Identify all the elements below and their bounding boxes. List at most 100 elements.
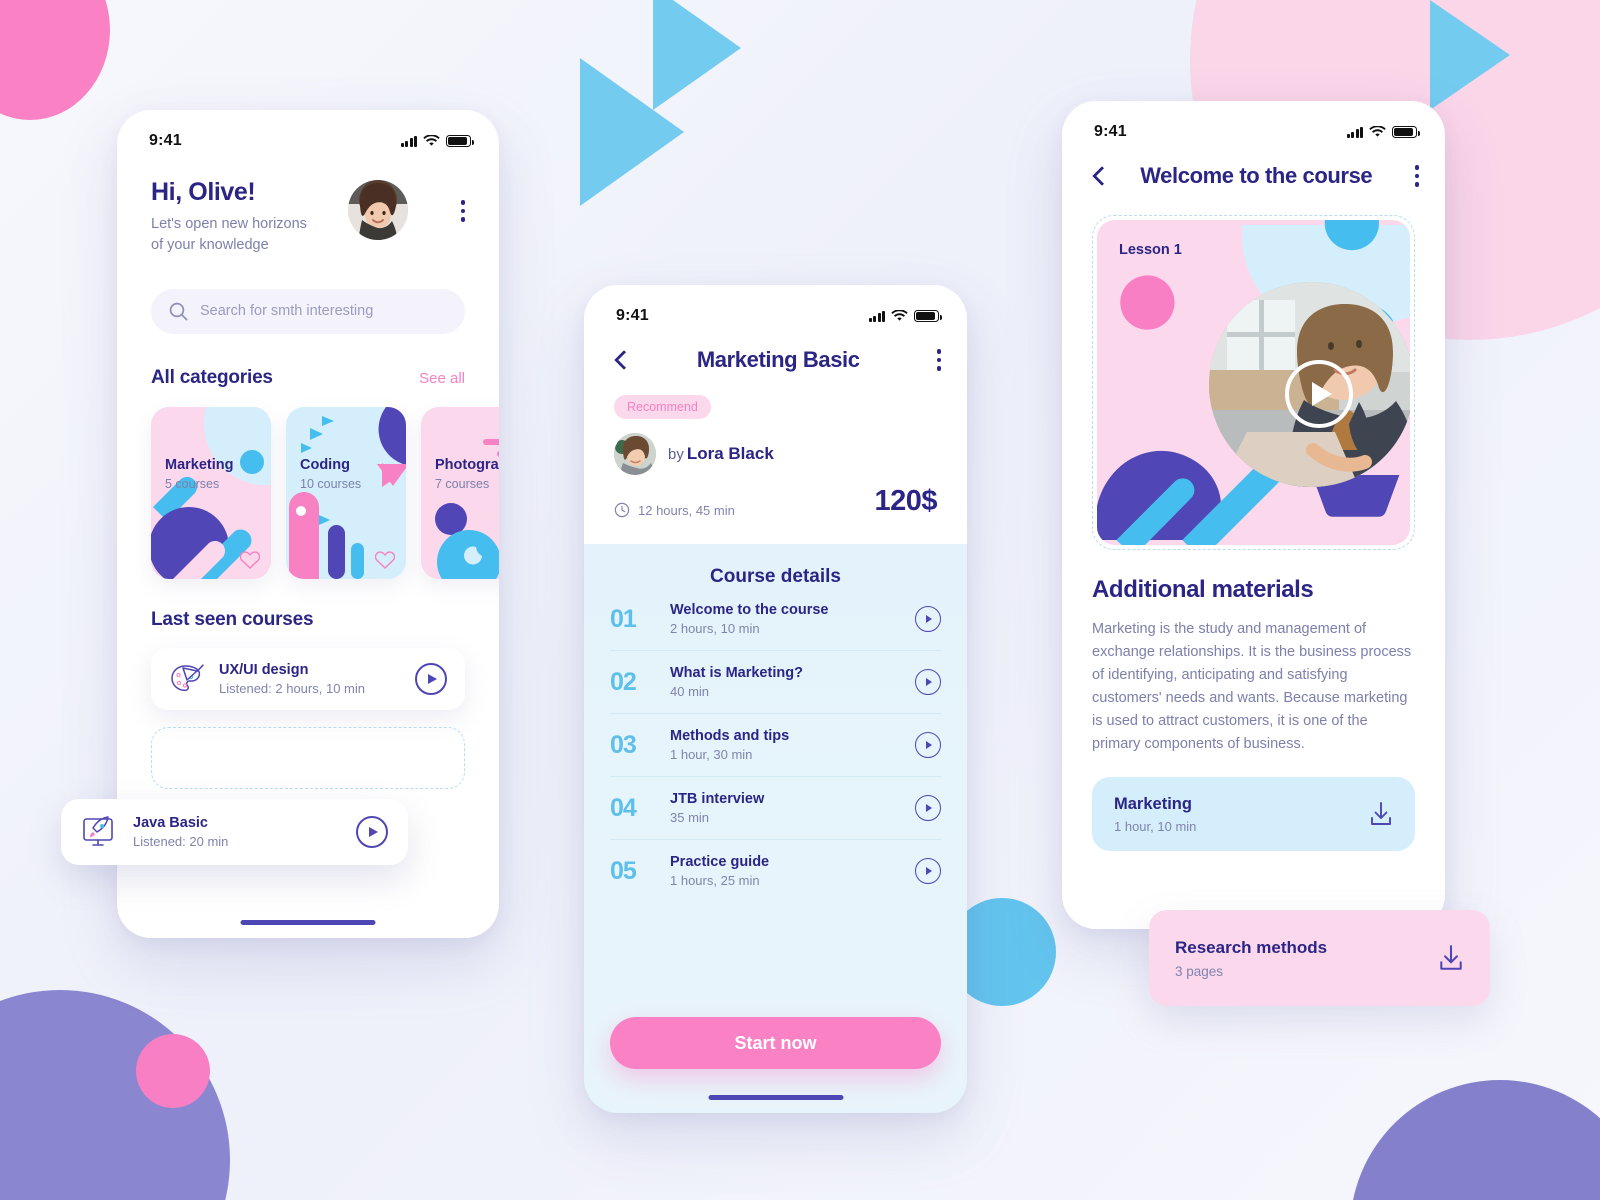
page-title: Hi, Olive!: [151, 178, 256, 206]
category-card-coding[interactable]: Coding 10 courses: [286, 406, 406, 579]
status-bar: 9:41: [584, 285, 967, 329]
author-avatar: [614, 433, 656, 475]
floating-course-card-java[interactable]: Java Basic Listened: 20 min: [61, 799, 408, 865]
chevron-left-icon[interactable]: [1088, 165, 1110, 187]
download-icon[interactable]: [1438, 944, 1464, 972]
section-title: Additional materials: [1092, 576, 1314, 603]
last-seen-section: Last seen courses UX/UI design Listened:…: [151, 609, 465, 789]
lesson-time: 2 hours, 10 min: [670, 621, 760, 636]
lesson-number: 04: [610, 793, 637, 822]
table-row[interactable]: 05 Practice guide 1 hours, 25 min: [610, 840, 941, 902]
greeting-row: Hi, Olive! Let's open new horizons of yo…: [151, 178, 465, 257]
details-heading: Course details: [710, 566, 841, 587]
home-indicator: [240, 920, 376, 925]
search-input[interactable]: Search for smth interesting: [151, 288, 465, 334]
play-icon[interactable]: [915, 669, 941, 695]
wifi-icon: [423, 135, 440, 146]
decor-triangle-top-b: [580, 58, 684, 206]
table-row[interactable]: 03 Methods and tips 1 hour, 30 min: [610, 714, 941, 777]
category-name: Marketing: [165, 456, 234, 473]
start-now-button[interactable]: Start now: [610, 1017, 941, 1069]
status-time: 9:41: [1094, 123, 1127, 140]
lesson-number: 05: [610, 856, 637, 885]
battery-icon: [446, 135, 474, 147]
lesson-title: Practice guide: [670, 854, 770, 870]
play-icon[interactable]: [356, 816, 388, 848]
see-all-link[interactable]: See all: [419, 370, 465, 387]
lesson-tag: Lesson 1: [1119, 242, 1182, 258]
play-circle-icon[interactable]: [1285, 360, 1353, 428]
play-icon[interactable]: [915, 795, 941, 821]
lesson-title: Welcome to the course: [670, 602, 829, 618]
home-indicator: [708, 1095, 843, 1100]
wifi-icon: [1369, 126, 1386, 137]
play-icon[interactable]: [915, 858, 941, 884]
photography-illustration: [435, 438, 499, 579]
author-avatar-illustration: [614, 433, 656, 475]
play-icon[interactable]: [915, 732, 941, 758]
list-item-title: UX/UI design: [219, 661, 309, 678]
heart-icon[interactable]: [375, 551, 395, 569]
kebab-menu-icon[interactable]: [936, 349, 941, 371]
table-row[interactable]: 04 JTB interview 35 min: [610, 777, 941, 840]
author-name: Lora Black: [686, 444, 774, 463]
section-body: Marketing is the study and management of…: [1092, 621, 1412, 752]
author-prefix: by: [668, 446, 684, 463]
category-card-photography[interactable]: Photography 7 courses: [421, 406, 499, 579]
user-avatar-illustration: [347, 180, 408, 240]
status-time: 9:41: [616, 307, 649, 324]
download-icon[interactable]: [1369, 801, 1393, 827]
list-item-subtitle: Listened: 2 hours, 10 min: [219, 680, 365, 696]
lesson-hero[interactable]: Lesson 1: [1097, 220, 1410, 545]
category-count: 7 courses: [435, 476, 490, 491]
table-row[interactable]: 02 What is Marketing? 40 min: [610, 651, 941, 714]
decor-blob-pink-bottom-left: [136, 1034, 210, 1108]
greeting-subtitle: Let's open new horizons of your knowledg…: [151, 216, 307, 254]
placeholder-card: [151, 726, 465, 789]
lesson-time: 40 min: [670, 684, 710, 699]
status-bar: 9:41: [117, 110, 499, 154]
search-placeholder: Search for smth interesting: [200, 303, 374, 320]
play-icon[interactable]: [915, 606, 941, 632]
chevron-left-icon[interactable]: [610, 349, 632, 371]
course-duration-text: 12 hours, 45 min: [638, 502, 735, 518]
lesson-time: 1 hour, 30 min: [670, 747, 753, 762]
category-count: 10 courses: [300, 476, 362, 491]
list-item[interactable]: UX/UI design Listened: 2 hours, 10 min: [151, 647, 465, 710]
category-name: Coding: [300, 456, 350, 473]
lesson-hero-frame: Lesson 1: [1092, 215, 1415, 550]
page-title: Marketing Basic: [696, 347, 860, 372]
kebab-menu-icon[interactable]: [1414, 165, 1419, 187]
avatar[interactable]: [347, 180, 408, 240]
material-title: Marketing: [1114, 794, 1192, 813]
lesson-title: JTB interview: [670, 791, 765, 807]
course-duration: 12 hours, 45 min: [614, 502, 735, 518]
decor-triangle-top-c: [1430, 0, 1510, 110]
material-card[interactable]: Marketing 1 hour, 10 min: [1092, 777, 1415, 852]
kebab-menu-icon[interactable]: [460, 178, 465, 222]
floating-material-card-research[interactable]: Research methods 3 pages: [1149, 910, 1490, 1006]
status-badge: Recommend: [614, 395, 711, 419]
course-price: 120$: [874, 485, 937, 517]
decor-blob-purple-bottom-right: [1350, 1080, 1600, 1200]
signal-icon: [868, 310, 885, 322]
lesson-number: 03: [610, 730, 637, 759]
play-icon[interactable]: [415, 662, 447, 695]
phone-course-screen: 9:41 Marketing Basic Recommend by Lora B…: [584, 285, 967, 1113]
phone-lesson-screen: 9:41 Welcome to the course Lesson 1 Addi…: [1062, 101, 1445, 929]
floating-material-title: Research methods: [1175, 937, 1328, 957]
palette-icon: [171, 664, 204, 692]
lesson-number: 01: [610, 604, 637, 633]
battery-icon: [914, 310, 942, 322]
clock-icon: [614, 502, 630, 518]
course-info: Recommend by Lora Black 12 hours, 45 min…: [584, 391, 967, 544]
author-label: by Lora Black: [668, 444, 774, 464]
course-meta: 12 hours, 45 min 120$: [614, 485, 937, 518]
categories-header: All categories See all: [151, 367, 465, 389]
heart-icon[interactable]: [240, 551, 260, 569]
category-card-marketing[interactable]: Marketing 5 courses: [151, 406, 271, 579]
signal-icon: [1346, 126, 1363, 138]
last-seen-heading: Last seen courses: [151, 608, 314, 630]
table-row[interactable]: 01 Welcome to the course 2 hours, 10 min: [610, 588, 941, 651]
floating-material-subtitle: 3 pages: [1175, 963, 1224, 979]
